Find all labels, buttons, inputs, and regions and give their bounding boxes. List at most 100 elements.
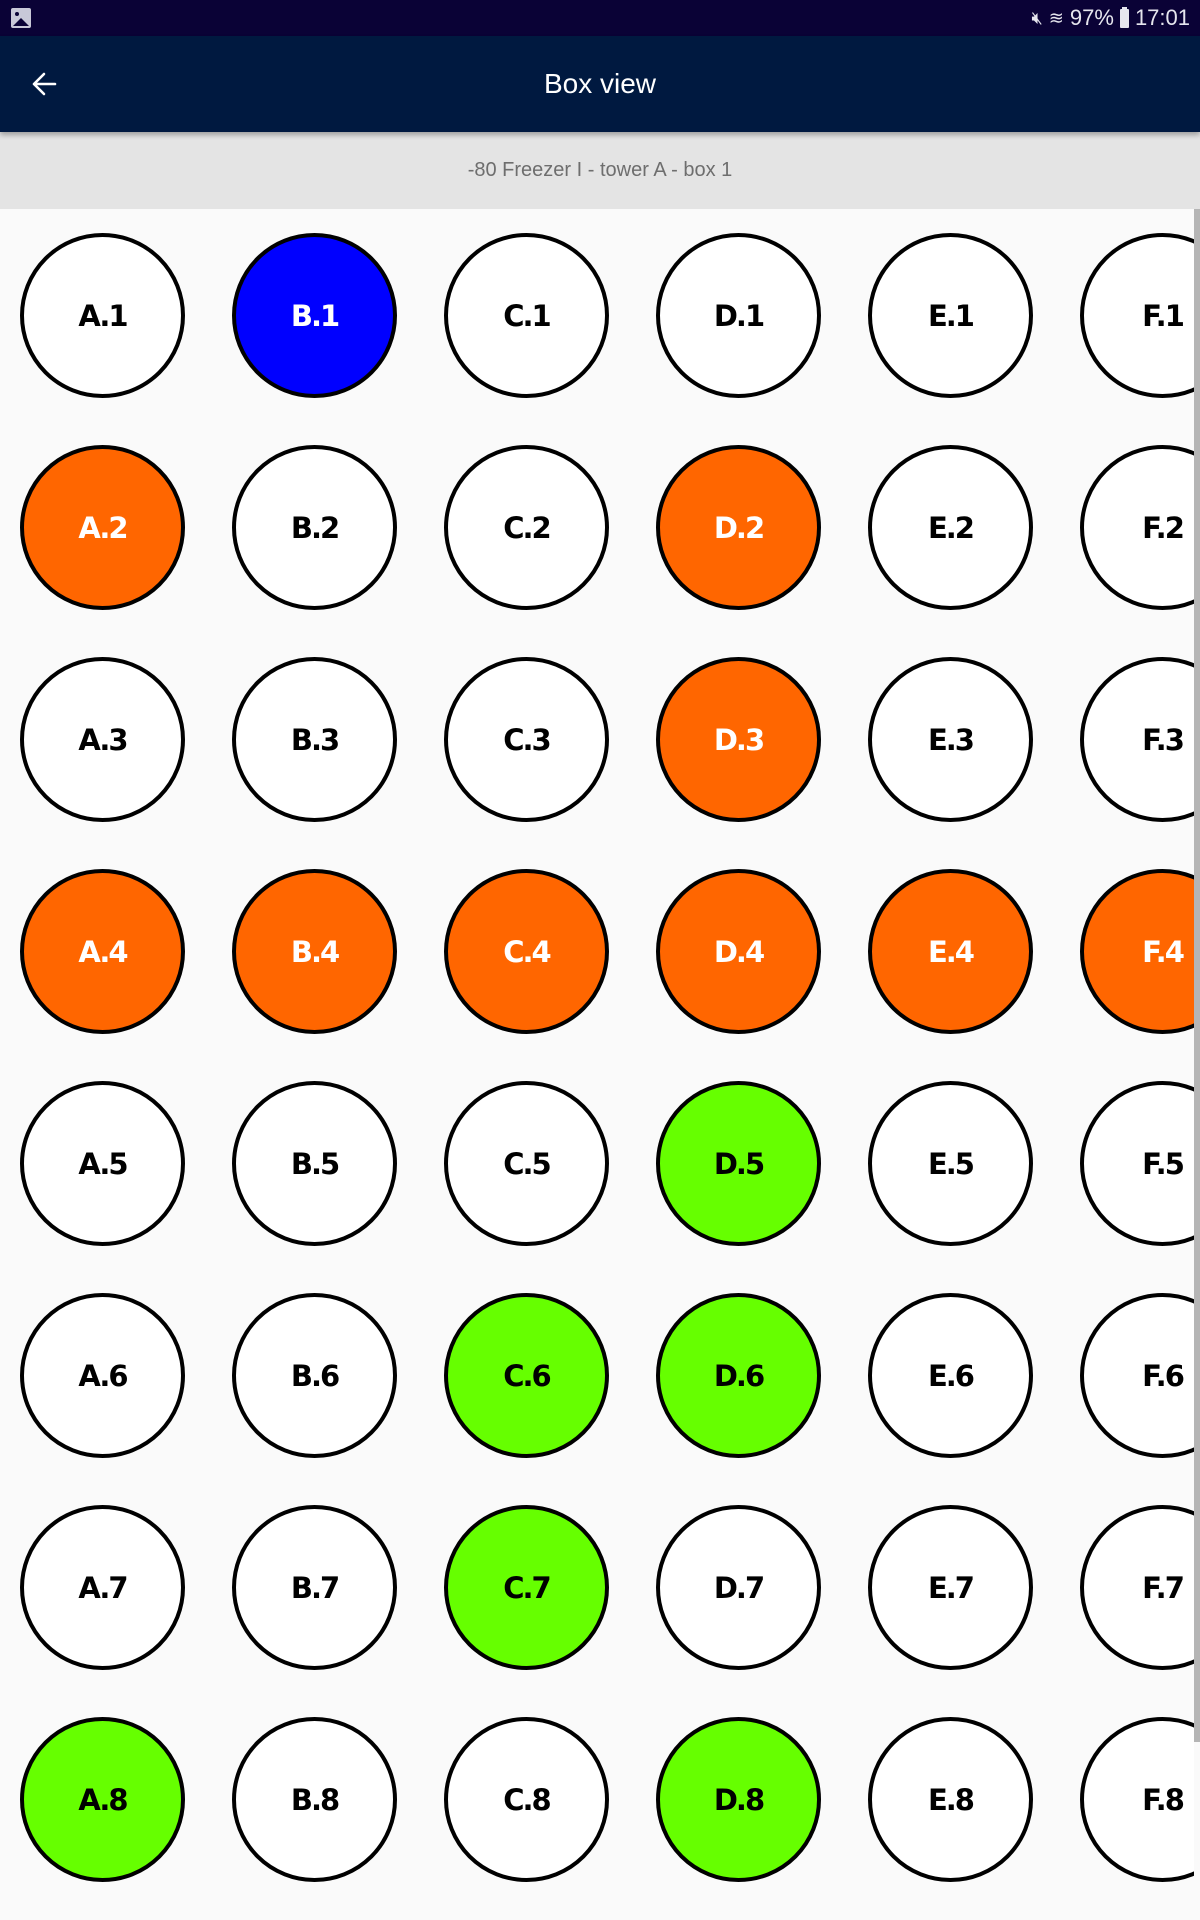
well-label: F.2 — [1142, 510, 1185, 545]
well-label: B.3 — [290, 722, 340, 757]
well-label: E.6 — [927, 1358, 975, 1393]
well-label: E.5 — [927, 1146, 975, 1181]
well-label: C.1 — [503, 298, 552, 333]
well-a-4[interactable]: A.4 — [20, 869, 185, 1034]
well-c-1[interactable]: C.1 — [444, 233, 609, 398]
well-a-7[interactable]: A.7 — [20, 1505, 185, 1670]
well-b-1[interactable]: B.1 — [232, 233, 397, 398]
well-f-3[interactable]: F.3 — [1080, 657, 1194, 822]
well-label: D.6 — [713, 1358, 765, 1393]
well-d-4[interactable]: D.4 — [656, 869, 821, 1034]
well-label: A.1 — [78, 298, 128, 333]
well-e-3[interactable]: E.3 — [868, 657, 1033, 822]
well-label: D.2 — [713, 510, 765, 545]
well-label: A.2 — [78, 510, 128, 545]
well-a-3[interactable]: A.3 — [20, 657, 185, 822]
battery-icon — [1119, 6, 1129, 28]
well-label: D.5 — [713, 1146, 765, 1181]
well-e-4[interactable]: E.4 — [868, 869, 1033, 1034]
well-c-7[interactable]: C.7 — [444, 1505, 609, 1670]
scrollbar[interactable] — [1194, 209, 1200, 1742]
well-label: E.4 — [927, 934, 975, 969]
well-label: B.6 — [290, 1358, 340, 1393]
well-d-8[interactable]: D.8 — [656, 1717, 821, 1882]
well-b-5[interactable]: B.5 — [232, 1081, 397, 1246]
well-label: D.8 — [713, 1782, 765, 1817]
well-label: E.7 — [927, 1570, 975, 1605]
well-c-3[interactable]: C.3 — [444, 657, 609, 822]
app-bar: Box view — [0, 36, 1200, 132]
well-label: A.4 — [78, 934, 128, 969]
well-label: F.4 — [1142, 934, 1185, 969]
well-b-3[interactable]: B.3 — [232, 657, 397, 822]
well-c-8[interactable]: C.8 — [444, 1717, 609, 1882]
well-label: C.5 — [503, 1146, 552, 1181]
box-location: -80 Freezer I - tower A - box 1 — [467, 159, 733, 181]
well-f-2[interactable]: F.2 — [1080, 445, 1194, 610]
well-e-1[interactable]: E.1 — [868, 233, 1033, 398]
well-a-2[interactable]: A.2 — [20, 445, 185, 610]
clock: 17:01 — [1134, 5, 1190, 30]
battery-percent: 97% — [1069, 5, 1114, 30]
image-icon — [11, 8, 31, 28]
well-a-8[interactable]: A.8 — [20, 1717, 185, 1882]
well-f-7[interactable]: F.7 — [1080, 1505, 1194, 1670]
well-label: F.6 — [1142, 1358, 1185, 1393]
well-d-1[interactable]: D.1 — [656, 233, 821, 398]
well-e-5[interactable]: E.5 — [868, 1081, 1033, 1246]
well-c-6[interactable]: C.6 — [444, 1293, 609, 1458]
well-label: A.6 — [78, 1358, 128, 1393]
location-bar: -80 Freezer I - tower A - box 1 — [0, 132, 1200, 209]
well-b-7[interactable]: B.7 — [232, 1505, 397, 1670]
well-a-1[interactable]: A.1 — [20, 233, 185, 398]
well-e-7[interactable]: E.7 — [868, 1505, 1033, 1670]
well-label: E.8 — [927, 1782, 975, 1817]
well-f-6[interactable]: F.6 — [1080, 1293, 1194, 1458]
well-b-8[interactable]: B.8 — [232, 1717, 397, 1882]
well-a-6[interactable]: A.6 — [20, 1293, 185, 1458]
well-label: F.7 — [1142, 1570, 1185, 1605]
well-e-2[interactable]: E.2 — [868, 445, 1033, 610]
well-label: A.7 — [78, 1570, 128, 1605]
well-label: C.6 — [503, 1358, 552, 1393]
well-label: C.7 — [503, 1570, 552, 1605]
well-label: B.5 — [290, 1146, 340, 1181]
well-label: D.7 — [713, 1570, 765, 1605]
well-label: C.4 — [503, 934, 552, 969]
back-button[interactable] — [18, 58, 70, 110]
well-d-7[interactable]: D.7 — [656, 1505, 821, 1670]
well-f-8[interactable]: F.8 — [1080, 1717, 1194, 1882]
well-label: C.3 — [503, 722, 552, 757]
well-label: C.8 — [503, 1782, 552, 1817]
well-f-1[interactable]: F.1 — [1080, 233, 1194, 398]
well-label: A.8 — [78, 1782, 128, 1817]
well-d-2[interactable]: D.2 — [656, 445, 821, 610]
well-c-5[interactable]: C.5 — [444, 1081, 609, 1246]
well-f-5[interactable]: F.5 — [1080, 1081, 1194, 1246]
well-label: F.5 — [1142, 1146, 1185, 1181]
well-d-3[interactable]: D.3 — [656, 657, 821, 822]
mute-icon: 🔇︎ — [1031, 7, 1043, 28]
well-b-2[interactable]: B.2 — [232, 445, 397, 610]
well-d-6[interactable]: D.6 — [656, 1293, 821, 1458]
well-label: C.2 — [503, 510, 552, 545]
well-a-5[interactable]: A.5 — [20, 1081, 185, 1246]
page-title: Box view — [543, 68, 657, 99]
status-icons: 🔇︎ ≋ 97% 17:01 — [1031, 0, 1190, 36]
well-e-6[interactable]: E.6 — [868, 1293, 1033, 1458]
well-c-4[interactable]: C.4 — [444, 869, 609, 1034]
box-grid: A.1 B.1 C.1 D.1 E.1 F.1 A.2 B.2 C.2 D.2 E.2 F.2 A.3 B… — [0, 209, 1194, 1920]
well-label: A.3 — [78, 722, 128, 757]
well-label: A.5 — [78, 1146, 128, 1181]
well-c-2[interactable]: C.2 — [444, 445, 609, 610]
well-b-6[interactable]: B.6 — [232, 1293, 397, 1458]
well-d-5[interactable]: D.5 — [656, 1081, 821, 1246]
well-label: E.3 — [927, 722, 975, 757]
well-label: F.3 — [1142, 722, 1185, 757]
well-f-4[interactable]: F.4 — [1080, 869, 1194, 1034]
well-b-4[interactable]: B.4 — [232, 869, 397, 1034]
arrow-left-icon — [32, 72, 57, 96]
status-bar: 🔇︎ ≋ 97% 17:01 — [0, 0, 1200, 36]
well-label: D.3 — [713, 722, 765, 757]
well-e-8[interactable]: E.8 — [868, 1717, 1033, 1882]
